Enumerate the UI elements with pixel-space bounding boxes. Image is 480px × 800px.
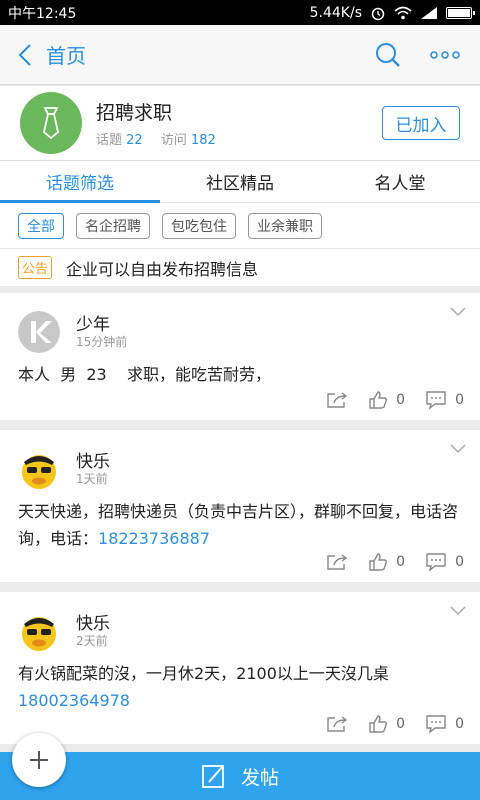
comment-count: 0: [455, 554, 464, 570]
group-name: 招聘求职: [96, 102, 173, 124]
tab-bar: 话题筛选 社区精品 名人堂: [0, 160, 480, 203]
group-stats: 话题 22 访问 182: [96, 129, 230, 148]
filter-chips: 全部 名企招聘 包吃包住 业余兼职: [0, 203, 480, 249]
comment-icon: [426, 715, 446, 734]
post-time: 15分钟前: [76, 335, 128, 349]
like-button[interactable]: 0: [368, 390, 405, 410]
comment-icon: [426, 553, 446, 572]
status-time: 中午12:45: [8, 5, 77, 22]
post-card[interactable]: 快乐 2天前 有火锅配菜的沒，一月休2天，2100以上一天沒几桌 1800236…: [0, 592, 480, 744]
like-count: 0: [396, 392, 406, 408]
post-content: 本人 男 23 求职，能吃苦耐劳，: [0, 353, 480, 388]
comment-icon: [426, 391, 446, 410]
signal-icon: [421, 6, 437, 19]
comment-button[interactable]: 0: [425, 714, 464, 734]
thumbs-up-icon: [369, 553, 388, 571]
announcement-text: 企业可以自由发布招聘信息: [66, 259, 259, 279]
new-post-label: 发帖: [240, 766, 279, 789]
filter-all[interactable]: 全部: [18, 212, 64, 239]
alarm-icon: [371, 7, 385, 20]
chevron-down-icon[interactable]: [450, 606, 466, 616]
nav-bar: 首页: [0, 25, 480, 85]
post-time: 1天前: [76, 472, 108, 486]
wifi-icon: [394, 6, 412, 19]
avatar[interactable]: [18, 448, 60, 490]
tab-hall-of-fame[interactable]: 名人堂: [320, 161, 480, 202]
phone-link[interactable]: 18223736887: [98, 529, 210, 548]
chevron-down-icon[interactable]: [450, 307, 466, 317]
like-button[interactable]: 0: [368, 714, 405, 734]
more-icon[interactable]: [430, 50, 460, 60]
thumbs-up-icon: [369, 715, 388, 733]
like-count: 0: [396, 554, 406, 570]
network-speed: 5.44K/s: [309, 4, 362, 21]
filter-part-time[interactable]: 业余兼职: [248, 212, 322, 239]
add-button[interactable]: [12, 733, 66, 787]
post-time: 2天前: [76, 634, 108, 648]
chevron-down-icon[interactable]: [450, 444, 466, 454]
thumbs-up-icon: [369, 391, 388, 409]
tab-community-picks[interactable]: 社区精品: [160, 161, 320, 202]
chevron-left-icon: [18, 43, 31, 66]
post-card[interactable]: 快乐 1天前 天天快递，招聘快递员（负责中吉片区），群聊不回复，电话咨询，电话：…: [0, 430, 480, 582]
status-bar: 中午12:45 5.44K/s: [0, 0, 480, 25]
author-name[interactable]: 少年: [76, 315, 127, 335]
author-name[interactable]: 快乐: [76, 452, 110, 472]
plus-icon: [30, 751, 48, 769]
post-content: 有火锅配菜的沒，一月休2天，2100以上一天沒几桌 18002364978: [0, 652, 480, 714]
topics-label: 话题: [96, 133, 123, 148]
post-text: 本人 男 23 求职，能吃苦耐劳，: [18, 365, 272, 384]
post-card[interactable]: 少年 15分钟前 本人 男 23 求职，能吃苦耐劳， 0 0: [0, 293, 480, 420]
duck-avatar-icon: [22, 617, 56, 651]
battery-icon: [446, 6, 475, 19]
phone-link[interactable]: 18002364978: [18, 687, 462, 714]
back-button[interactable]: 首页: [0, 40, 86, 69]
duck-avatar-icon: [22, 455, 56, 489]
filter-famous-companies[interactable]: 名企招聘: [76, 212, 150, 239]
filter-room-board[interactable]: 包吃包住: [162, 212, 236, 239]
edit-icon: [202, 765, 224, 788]
group-header: 招聘求职 话题 22 访问 182 已加入: [0, 86, 480, 160]
like-count: 0: [396, 716, 406, 732]
visits-label: 访问: [160, 133, 187, 148]
search-icon[interactable]: [374, 41, 402, 69]
visits-count: 182: [191, 133, 216, 148]
share-icon[interactable]: [326, 391, 348, 409]
comment-count: 0: [455, 392, 464, 408]
tab-topic-filter[interactable]: 话题筛选: [0, 161, 160, 203]
share-icon[interactable]: [326, 715, 348, 733]
default-avatar-icon: [18, 311, 60, 353]
joined-button[interactable]: 已加入: [382, 106, 460, 140]
author-name[interactable]: 快乐: [76, 614, 110, 634]
post-text: 天天快递，招聘快递员（负责中吉片区），群聊不回复，电话咨询，电话：: [18, 502, 459, 548]
comment-button[interactable]: 0: [425, 390, 464, 410]
avatar[interactable]: [18, 311, 60, 353]
comment-button[interactable]: 0: [425, 552, 464, 572]
tie-icon: [43, 107, 59, 140]
group-avatar: [20, 92, 82, 154]
comment-count: 0: [455, 716, 464, 732]
announcement[interactable]: 公告 企业可以自由发布招聘信息: [0, 249, 480, 286]
post-text: 有火锅配菜的沒，一月休2天，2100以上一天沒几桌: [18, 664, 389, 683]
new-post-button[interactable]: 发帖: [0, 752, 480, 800]
like-button[interactable]: 0: [368, 552, 405, 572]
announcement-tag: 公告: [18, 256, 53, 279]
post-content: 天天快递，招聘快递员（负责中吉片区），群聊不回复，电话咨询，电话：1822373…: [0, 490, 480, 552]
avatar[interactable]: [18, 610, 60, 652]
share-icon[interactable]: [326, 553, 348, 571]
topics-count: 22: [126, 133, 143, 148]
back-label: 首页: [46, 44, 86, 68]
